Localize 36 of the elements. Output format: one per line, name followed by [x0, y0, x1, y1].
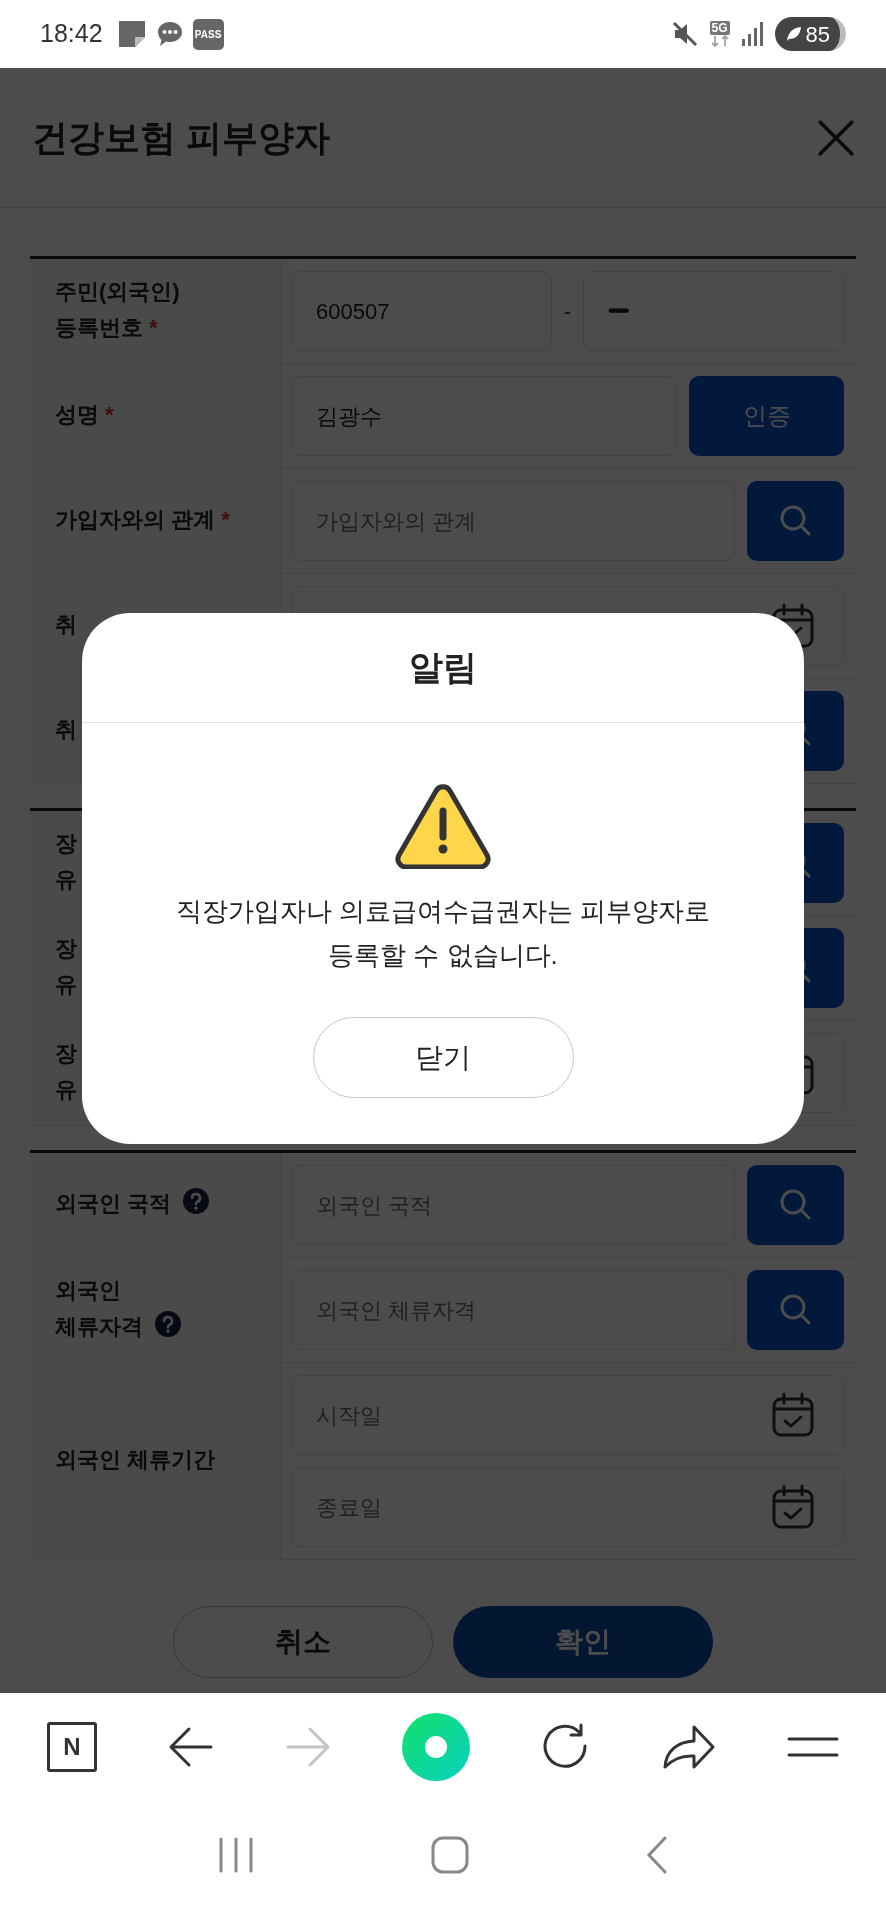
field-value: 김광수 — [316, 402, 382, 431]
menu-icon[interactable] — [787, 1735, 839, 1758]
field-label: 외국인 체류기간 — [55, 1447, 216, 1472]
share-icon[interactable] — [662, 1723, 716, 1770]
clock-text: 18:42 — [40, 18, 103, 50]
field-label: 주민(외국인) 등록번호 * — [55, 279, 180, 340]
warning-icon — [395, 783, 491, 869]
recents-icon[interactable] — [218, 1837, 255, 1873]
field-label: 외국인 체류자격 — [55, 1278, 143, 1339]
battery-text: 85 — [805, 20, 830, 49]
network-badge: 5G — [709, 21, 730, 35]
separator-text: - — [563, 297, 572, 326]
field-label: 취 — [55, 612, 77, 637]
nav-back-icon[interactable] — [645, 1836, 668, 1874]
dialog-title: 알림 — [409, 647, 477, 688]
masked-value: ••••••• — [608, 301, 627, 321]
signal-icon — [740, 21, 765, 47]
page-title: 건강보험 피부양자 — [32, 115, 330, 160]
app-badge: PASS — [192, 18, 224, 50]
field-label: 장 유 — [55, 831, 77, 892]
field-label: 외국인 국적 — [55, 1191, 172, 1216]
dialog-message: 직장가입자나 의료급여수급권자는 피부양자로 등록할 수 없습니다. — [175, 895, 711, 972]
field-label: 가입자와의 관계 * — [55, 507, 230, 532]
field-value: 600507 — [316, 297, 390, 326]
field-label: 성명 * — [55, 402, 114, 427]
data-arrows-icon — [708, 35, 731, 47]
ring-icon[interactable] — [402, 1712, 470, 1781]
leaf-icon — [784, 25, 803, 43]
field-label: 취 — [55, 717, 77, 742]
field-label: 장 유 — [55, 1041, 77, 1102]
note-icon — [116, 19, 147, 49]
naver-logo[interactable]: N — [47, 1721, 97, 1772]
home-icon[interactable] — [431, 1836, 469, 1874]
mute-icon — [670, 20, 699, 48]
back-icon[interactable] — [168, 1725, 214, 1768]
field-label: 장 유 — [55, 936, 77, 997]
